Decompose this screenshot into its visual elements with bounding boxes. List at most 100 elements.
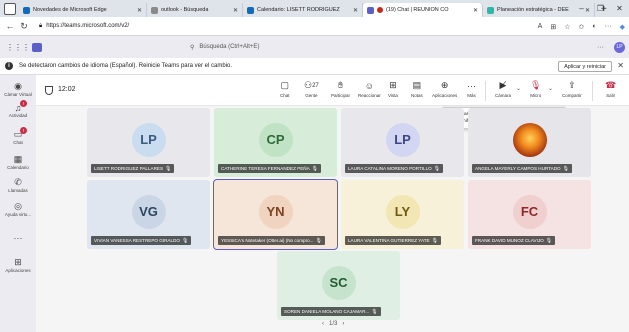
mic-off-icon: 🎙︎ bbox=[530, 80, 542, 90]
raise-hand-button[interactable]: ✋︎ Participar bbox=[331, 78, 350, 98]
favorites-icon[interactable]: ✩ bbox=[579, 23, 585, 31]
prev-page-icon[interactable]: ‹ bbox=[322, 321, 324, 327]
participant-name: YESSICA's Notetaker (Otter.ai) (No compr… bbox=[221, 238, 314, 243]
browser-tab[interactable]: outlook - Búsqueda ✕ bbox=[147, 3, 243, 17]
camera-button[interactable]: ▶̸ Cámara bbox=[495, 78, 511, 98]
rail-item-phone[interactable]: ✆ Llamadas bbox=[0, 177, 36, 193]
minimize-icon[interactable]: – bbox=[572, 4, 591, 13]
read-aloud-icon[interactable]: A bbox=[538, 23, 543, 30]
rail-item-calendar[interactable]: ▦ Calendario bbox=[0, 154, 36, 170]
mic-button[interactable]: 🎙︎ Micro bbox=[530, 78, 541, 98]
refresh-icon[interactable]: ↻ bbox=[17, 21, 31, 32]
participant-name-tag: LISETT RODRIGUEZ PALLARES 🎙︎ bbox=[91, 164, 175, 173]
next-page-icon[interactable]: › bbox=[342, 321, 344, 327]
view-button[interactable]: ⊞ Vista bbox=[388, 78, 398, 98]
people-label: Gente bbox=[305, 93, 318, 98]
page-navigator: ‹ 1/3 › bbox=[322, 321, 344, 327]
rail-item-apps[interactable]: ⊞ Aplicaciones bbox=[0, 257, 36, 273]
participant-name-tag: SOREN DANIELA MOLANO CAJAMAR... 🎙︎ bbox=[281, 307, 381, 316]
participant-tile[interactable]: FC FRANK DAVID MUNOZ CLAVIJO 🎙︎ bbox=[468, 180, 591, 249]
mic-muted-icon: 🎙︎ bbox=[165, 165, 172, 172]
avatar[interactable]: LP bbox=[614, 41, 625, 53]
copilot-icon[interactable]: ◆ bbox=[620, 23, 625, 31]
maximize-icon[interactable]: ❐ bbox=[591, 4, 610, 13]
browser-tab[interactable]: Calendario: LISETT RODRIGUEZ ✕ bbox=[243, 3, 363, 17]
browser-tab-strip: Novedades de Microsoft Edge ✕ outlook - Bú… bbox=[0, 0, 629, 17]
apps-button[interactable]: ⊕ Aplicaciones bbox=[432, 78, 457, 98]
mic-muted-icon: 🎙︎ bbox=[562, 165, 569, 172]
favorite-icon[interactable]: ☆ bbox=[564, 23, 570, 31]
phone-icon: ✆ bbox=[14, 177, 22, 187]
rail-label: Actividad bbox=[8, 113, 28, 118]
search-input[interactable]: ⚲ Búsqueda (Ctrl+Alt+E) bbox=[180, 40, 450, 54]
participant-tile[interactable]: CP CATHERINE TERESA FERNANDEZ PEÑA 🎙︎ bbox=[214, 108, 337, 177]
rail-label: Cámar Virtual bbox=[4, 92, 32, 97]
camera-options-icon[interactable]: ⌄ bbox=[516, 85, 521, 92]
rail-item-chat[interactable]: ▭! Chat bbox=[0, 127, 36, 145]
browser-tab[interactable]: Novedades de Microsoft Edge ✕ bbox=[19, 3, 147, 17]
lock-icon: 🔒︎ bbox=[39, 22, 43, 29]
participant-tile[interactable]: LY LAURA VALENTINA GUTIERREZ YATE 🎙︎ bbox=[341, 180, 464, 249]
more-button[interactable]: ··· Más bbox=[467, 78, 476, 99]
leave-button[interactable]: ☎ Salir bbox=[605, 78, 616, 98]
profile-icon[interactable]: ◐ bbox=[592, 23, 596, 30]
share-button[interactable]: ⇪ Compartir bbox=[562, 78, 582, 98]
url-field[interactable]: 🔒︎ https://teams.microsoft.com/v2/ bbox=[39, 23, 129, 30]
camera-icon: ◉ bbox=[14, 81, 22, 91]
tab-label: (19) Chat | REUNIÓN CO bbox=[386, 7, 449, 13]
participant-name: CATHERINE TERESA FERNANDEZ PEÑA bbox=[221, 166, 310, 171]
close-icon[interactable]: ✕ bbox=[617, 61, 624, 70]
tab-close-icon[interactable]: ✕ bbox=[137, 7, 142, 14]
header-actions: ··· LP bbox=[597, 36, 625, 58]
meeting-stage: 12:02 ▢ Chat ⚇ 27 Gente ✋︎ Participar ☺ R… bbox=[36, 75, 629, 332]
mic-muted-icon: 🎙︎ bbox=[181, 237, 189, 244]
view-label: Vista bbox=[388, 93, 398, 98]
camera-label: Cámara bbox=[495, 93, 512, 98]
tab-actions-icon[interactable] bbox=[4, 3, 16, 15]
mic-options-icon[interactable]: ⌄ bbox=[548, 85, 553, 92]
add-app-icon: ⊕ bbox=[440, 80, 449, 90]
share-icon: ⇪ bbox=[568, 80, 576, 90]
back-icon[interactable]: ← bbox=[3, 21, 17, 31]
address-bar: ← ↻ 🔒︎ https://teams.microsoft.com/v2/ A… bbox=[0, 17, 629, 36]
mic-label: Micro bbox=[530, 93, 542, 98]
react-button[interactable]: ☺ Reaccionar bbox=[358, 78, 381, 99]
language-notice-bar: i Se detectaron cambios de idioma (Españ… bbox=[0, 58, 629, 75]
split-screen-icon[interactable]: ⊞ bbox=[550, 23, 556, 31]
people-button[interactable]: ⚇ 27 Gente bbox=[304, 78, 319, 98]
grid-icon: ⊞ bbox=[389, 80, 397, 90]
avatar: CP bbox=[258, 122, 293, 157]
notes-button[interactable]: ▤ Notas bbox=[411, 78, 423, 98]
apply-restart-button[interactable]: Aplicar y reiniciar bbox=[558, 61, 612, 72]
avatar: SC bbox=[321, 265, 356, 300]
participant-tile[interactable]: LP LAURA CATALINA MORENO PORTILLO 🎙︎ bbox=[341, 108, 464, 177]
settings-more-icon[interactable]: ··· bbox=[597, 44, 604, 51]
rail-item-help[interactable]: ◎ Ayuda virtu... bbox=[0, 201, 36, 217]
participant-tile[interactable]: SC SOREN DANIELA MOLANO CAJAMAR... 🎙︎ bbox=[277, 251, 400, 320]
participant-tile[interactable]: YN YESSICA's Notetaker (Otter.ai) (No com… bbox=[213, 179, 338, 250]
tab-close-icon[interactable]: ✕ bbox=[473, 7, 478, 14]
notification-badge: ! bbox=[20, 100, 27, 107]
left-rail: ◉ Cámar Virtual ♫! Actividad ▭! Chat ▦ Calendar… bbox=[0, 75, 36, 332]
chat-button[interactable]: ▢ Chat bbox=[280, 78, 290, 98]
rail-item-camera[interactable]: ◉ Cámar Virtual bbox=[0, 81, 36, 97]
tab-close-icon[interactable]: ✕ bbox=[353, 7, 358, 14]
rail-item-more[interactable]: ··· bbox=[0, 232, 36, 243]
browser-tab[interactable]: (19) Chat | REUNIÓN CO ✕ bbox=[363, 3, 483, 17]
browser-more-icon[interactable]: ··· bbox=[605, 23, 612, 30]
apps-label: Aplicaciones bbox=[432, 93, 458, 98]
chat-label: Chat bbox=[280, 93, 290, 98]
avatar: FC bbox=[512, 194, 547, 229]
close-window-icon[interactable]: ✕ bbox=[610, 4, 629, 13]
participant-tile[interactable]: LP LISETT RODRIGUEZ PALLARES 🎙︎ bbox=[87, 108, 210, 177]
people-icon: ⚇ 27 bbox=[304, 80, 319, 90]
avatar: YN bbox=[258, 194, 293, 229]
tab-favicon-icon bbox=[247, 6, 254, 14]
share-label: Compartir bbox=[562, 93, 582, 98]
tab-close-icon[interactable]: ✕ bbox=[233, 7, 238, 14]
participant-tile[interactable]: ANGELA MAYERLY CAMPOS HURTADO 🎙︎ bbox=[468, 108, 591, 177]
leave-label: Salir bbox=[606, 93, 616, 98]
app-launcher-icon[interactable]: ⋮⋮⋮ bbox=[6, 43, 30, 52]
rail-item-bell[interactable]: ♫! Actividad bbox=[0, 100, 36, 118]
participant-tile[interactable]: VG VIVIAN VANESSA RESTREPO GIRALDO 🎙︎ bbox=[87, 180, 210, 249]
